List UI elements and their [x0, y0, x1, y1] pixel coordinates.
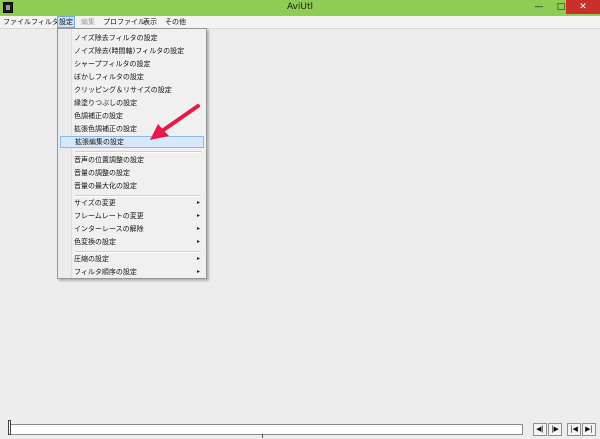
- menu-file[interactable]: ファイル: [2, 16, 32, 28]
- menu-item-label: サイズの変更: [74, 199, 116, 207]
- last-frame-button[interactable]: ▶|: [582, 423, 596, 436]
- submenu-arrow-icon: ▸: [196, 199, 200, 206]
- menu-item-label: ノイズ除去フィルタの設定: [74, 34, 158, 42]
- menu-item-noise-filter[interactable]: ノイズ除去フィルタの設定: [60, 32, 204, 44]
- first-frame-button[interactable]: |◀: [567, 423, 581, 436]
- next-keyframe-button[interactable]: |▶: [548, 423, 562, 436]
- menu-item-label: 色調補正の設定: [74, 112, 123, 120]
- menu-item-label: ぼかしフィルタの設定: [74, 73, 144, 81]
- menu-item-label: 音量の最大化の設定: [74, 182, 137, 190]
- settings-dropdown-menu: ノイズ除去フィルタの設定 ノイズ除去(時間軸)フィルタの設定 シャープフィルタの…: [57, 28, 207, 279]
- prev-keyframe-button[interactable]: ◀|: [533, 423, 547, 436]
- menu-other[interactable]: その他: [164, 16, 187, 28]
- seekbar-thumb[interactable]: [8, 420, 11, 435]
- title-bar: AviUtl — □ ✕: [0, 0, 600, 17]
- submenu-arrow-icon: ▸: [196, 225, 200, 232]
- submenu-arrow-icon: ▸: [196, 268, 200, 275]
- menu-item-label: フィルタ順序の設定: [74, 268, 137, 276]
- menu-item-label: クリッピング＆リサイズの設定: [74, 86, 172, 94]
- menu-item-label: 拡張色調補正の設定: [74, 125, 137, 133]
- submenu-arrow-icon: ▸: [196, 212, 200, 219]
- menu-item-volume-maximize[interactable]: 音量の最大化の設定: [60, 180, 204, 192]
- menu-item-temporal-noise-filter[interactable]: ノイズ除去(時間軸)フィルタの設定: [60, 45, 204, 57]
- annotation-arrow-icon: [150, 104, 200, 140]
- minimize-button[interactable]: —: [528, 0, 550, 14]
- menu-item-label: 圧縮の設定: [74, 255, 109, 263]
- menu-item-audio-position[interactable]: 音声の位置調整の設定: [60, 154, 204, 166]
- menu-item-label: 縁塗りつぶしの設定: [74, 99, 138, 107]
- menu-item-filter-order[interactable]: フィルタ順序の設定 ▸: [60, 266, 204, 278]
- menu-item-compression[interactable]: 圧縮の設定 ▸: [60, 253, 204, 265]
- menu-item-label: ノイズ除去(時間軸)フィルタの設定: [74, 47, 185, 55]
- menu-item-blur-filter[interactable]: ぼかしフィルタの設定: [60, 71, 204, 83]
- menu-item-deinterlace[interactable]: インターレースの解除 ▸: [60, 223, 204, 235]
- menu-separator: [75, 151, 201, 153]
- menu-view[interactable]: 表示: [142, 16, 158, 28]
- menu-item-framerate-change[interactable]: フレームレートの変更 ▸: [60, 210, 204, 222]
- menu-edit[interactable]: 編集: [80, 16, 96, 28]
- seekbar-tick: [262, 434, 263, 438]
- menu-item-clipping-resize[interactable]: クリッピング＆リサイズの設定: [60, 84, 204, 96]
- menu-item-volume-adjust[interactable]: 音量の調整の設定: [60, 167, 204, 179]
- window-title: AviUtl: [286, 2, 314, 12]
- menu-item-label: 音量の調整の設定: [74, 169, 130, 177]
- submenu-arrow-icon: ▸: [196, 238, 200, 245]
- menu-settings[interactable]: 設定: [57, 16, 75, 28]
- menu-item-label: 拡張編集の設定: [75, 138, 124, 146]
- menu-profile[interactable]: プロファイル: [102, 16, 146, 28]
- menu-item-label: インターレースの解除: [74, 225, 144, 233]
- menu-item-label: フレームレートの変更: [74, 212, 144, 220]
- menu-item-label: 色変換の設定: [74, 238, 116, 246]
- menu-filter[interactable]: フィルタ: [30, 16, 60, 28]
- menu-item-sharpen-filter[interactable]: シャープフィルタの設定: [60, 58, 204, 70]
- menu-item-label: シャープフィルタの設定: [74, 60, 151, 68]
- menu-item-label: 音声の位置調整の設定: [74, 156, 144, 164]
- close-button[interactable]: ✕: [566, 0, 600, 14]
- timeline-seekbar[interactable]: [9, 424, 523, 435]
- menu-item-color-conversion[interactable]: 色変換の設定 ▸: [60, 236, 204, 248]
- submenu-arrow-icon: ▸: [196, 255, 200, 262]
- menu-item-size-change[interactable]: サイズの変更 ▸: [60, 197, 204, 209]
